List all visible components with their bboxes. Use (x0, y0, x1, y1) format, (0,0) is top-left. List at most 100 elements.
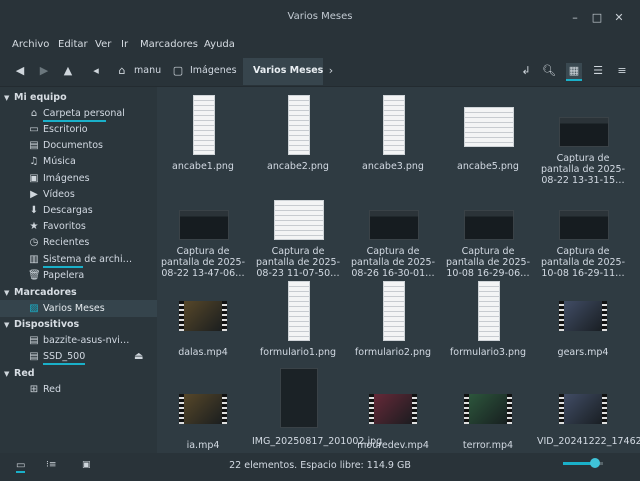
file-item[interactable]: formulario2.png (347, 273, 439, 363)
file-name: formulario3.png (449, 347, 527, 358)
file-name: ancabe5.png (457, 161, 519, 172)
file-thumbnail (179, 394, 227, 424)
forward-icon[interactable]: ▶ (36, 63, 52, 79)
file-thumbnail (464, 394, 512, 424)
file-item[interactable]: gears.mp4 (537, 273, 629, 363)
file-item[interactable]: Captura de pantalla de 2025-10-08 16-29-… (537, 180, 629, 279)
sidebar-item-descargas[interactable]: ⬇ Descargas (28, 203, 148, 219)
sidebar-item-favoritos[interactable]: ★ Favoritos (28, 219, 148, 235)
file-item[interactable]: Captura de pantalla de 2025-08-26 16-30-… (347, 180, 439, 279)
home-icon: ⌂ (30, 108, 38, 119)
file-thumbnail (179, 210, 229, 240)
folder-icon: ▨ (29, 303, 39, 314)
sidebar-section-mi-equipo[interactable]: ▼ Mi equipo (4, 92, 67, 103)
file-name: formulario2.png (354, 347, 432, 358)
file-item[interactable]: formulario1.png (252, 273, 344, 363)
file-thumbnail (464, 210, 514, 240)
drive-icon: ▢ (172, 64, 184, 77)
menu-ver[interactable]: Ver (95, 39, 111, 50)
file-item[interactable]: dalas.mp4 (157, 273, 249, 363)
breadcrumb-manu[interactable]: manu (134, 65, 161, 76)
network-icon: ⊞ (29, 384, 39, 395)
menu-archivo[interactable]: Archivo (12, 39, 49, 50)
file-thumbnail (288, 95, 310, 155)
file-item[interactable]: Captura de pantalla de 2025-08-22 13-47-… (157, 180, 249, 279)
clock-icon: ◷ (29, 237, 39, 248)
file-name: dalas.mp4 (178, 347, 228, 358)
sidebar-section-marcadores[interactable]: ▼ Marcadores (4, 287, 77, 298)
sidebar-item-recientes[interactable]: ◷ Recientes (28, 235, 148, 251)
eject-icon[interactable]: ⏏ (134, 351, 143, 362)
hide-sidebar-icon[interactable]: ▣ (82, 460, 91, 470)
sidebar-section-dispositivos[interactable]: ▼ Dispositivos (4, 319, 79, 330)
minimize-button[interactable]: – (568, 11, 582, 25)
file-name: ancabe2.png (267, 161, 329, 172)
open-terminal-icon[interactable]: ↲ (518, 63, 534, 79)
icon-view-icon[interactable]: ▦ (566, 63, 582, 81)
file-item[interactable]: ia.mp4 (157, 366, 249, 453)
file-name: gears.mp4 (557, 347, 609, 358)
file-name: IMG_20250817_201002.jpg (252, 436, 383, 447)
file-grid: ancabe1.png ancabe2.png ancabe3.png ancabe5… (157, 87, 640, 453)
drive-icon: ▥ (29, 254, 39, 265)
path-prev-icon[interactable]: ◂ (88, 63, 104, 79)
menu-editar[interactable]: Editar (58, 39, 88, 50)
file-item[interactable]: Captura de pantalla de 2025-08-23 11-07-… (252, 180, 344, 279)
file-item[interactable]: formulario3.png (442, 273, 534, 363)
sidebar-item-imagenes[interactable]: ▣ Imágenes (28, 171, 148, 187)
breadcrumb-varios-meses[interactable]: Varios Meses (253, 65, 323, 76)
documents-icon: ▤ (29, 140, 39, 151)
file-name: VID_20241222_174623.mp4 (537, 436, 640, 447)
file-thumbnail (369, 394, 417, 424)
sidebar-item-documentos[interactable]: ▤ Documentos (28, 138, 148, 154)
sidebar-section-red[interactable]: ▼ Red (4, 368, 35, 379)
menu-bar: Archivo Editar Ver Ir Marcadores Ayuda (0, 36, 640, 56)
file-item[interactable]: VID_20241222_174623.mp4 (537, 366, 640, 453)
file-item[interactable]: Captura de pantalla de 2025-10-08 16-29-… (442, 180, 534, 279)
compact-view-icon[interactable]: ≡ (614, 63, 630, 79)
file-name: ancabe1.png (172, 161, 234, 172)
back-icon[interactable]: ◀ (12, 63, 28, 79)
sidebar-item-bazzite[interactable]: ▤ bazzite-asus-nvi… (28, 333, 148, 349)
file-item[interactable]: ancabe2.png (252, 87, 344, 177)
file-name: ancabe3.png (362, 161, 424, 172)
sidebar-item-escritorio[interactable]: ▭ Escritorio (28, 122, 148, 138)
breadcrumb-imagenes[interactable]: Imágenes (190, 65, 237, 76)
file-item[interactable]: ancabe3.png (347, 87, 439, 177)
search-icon[interactable]: 🔍︎ (541, 63, 557, 79)
file-thumbnail (559, 394, 607, 424)
file-name: mouredev.mp4 (357, 440, 429, 451)
sidebar-item-varios-meses[interactable]: ▨ Varios Meses (28, 301, 148, 317)
menu-ayuda[interactable]: Ayuda (204, 39, 235, 50)
close-button[interactable]: ✕ (612, 11, 626, 25)
music-icon: ♫ (29, 156, 39, 167)
sidebar-item-musica[interactable]: ♫ Música (28, 154, 148, 170)
zoom-slider-handle[interactable] (590, 458, 600, 468)
file-thumbnail (464, 107, 514, 147)
file-item[interactable]: mouredev.mp4 (347, 366, 439, 453)
sidebar-item-red[interactable]: ⊞ Red (28, 382, 148, 398)
file-item[interactable]: IMG_20250817_201002.jpg (252, 366, 383, 453)
sidebar-item-videos[interactable]: ▶ Vídeos (28, 187, 148, 203)
file-thumbnail (383, 95, 405, 155)
file-item[interactable]: ancabe5.png (442, 87, 534, 177)
list-view-icon[interactable]: ☰ (590, 63, 606, 79)
drive-icon: ▤ (29, 351, 39, 362)
maximize-button[interactable]: □ (590, 11, 604, 25)
menu-ir[interactable]: Ir (121, 39, 128, 50)
download-icon: ⬇ (29, 205, 39, 216)
file-thumbnail (179, 301, 227, 331)
title-bar[interactable]: Varios Meses – □ ✕ (0, 0, 640, 36)
tree-pane-icon[interactable]: ⁝≡ (46, 460, 56, 470)
sidebar-item-papelera[interactable]: 🗑︎ Papelera (28, 268, 148, 284)
file-thumbnail (274, 200, 324, 240)
file-item[interactable]: Captura de pantalla de 2025-08-22 13-31-… (537, 87, 629, 186)
file-item[interactable]: ancabe1.png (157, 87, 249, 177)
file-thumbnail (288, 281, 310, 341)
up-icon[interactable]: ▲ (60, 63, 76, 79)
path-next-icon[interactable]: › (323, 63, 339, 79)
file-name: terror.mp4 (462, 440, 514, 451)
places-pane-icon[interactable]: ▭ (16, 460, 26, 473)
menu-marcadores[interactable]: Marcadores (140, 39, 198, 50)
file-item[interactable]: terror.mp4 (442, 366, 534, 453)
